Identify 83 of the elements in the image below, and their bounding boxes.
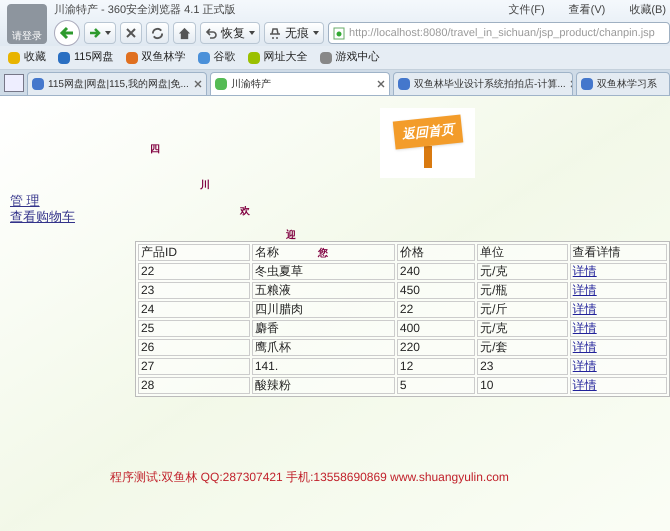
table-cell: 25 xyxy=(141,321,154,335)
table-cell: 400 xyxy=(400,321,420,335)
browser-tab[interactable]: 双鱼林学习系 xyxy=(576,72,670,95)
bookmark-icon xyxy=(8,52,20,64)
bookmark-icon xyxy=(58,52,70,64)
tab-favicon-icon xyxy=(32,78,44,90)
undo-arrow-icon xyxy=(205,27,217,39)
bookmark-item[interactable]: 网址大全 xyxy=(248,49,308,66)
table-cell: 26 xyxy=(141,340,154,354)
welcome-character: 四 xyxy=(150,143,160,157)
caret-icon xyxy=(249,31,255,35)
table-cell: 22 xyxy=(400,302,414,316)
bookmark-icon xyxy=(248,52,260,64)
welcome-character: 川 xyxy=(200,178,210,193)
caret-icon xyxy=(105,31,111,35)
home-icon xyxy=(178,26,191,40)
menu-item[interactable]: 文件(F) xyxy=(508,2,545,18)
welcome-character: 迎 xyxy=(286,228,296,243)
table-cell: 元/瓶 xyxy=(480,283,508,297)
table-cell: 元/套 xyxy=(480,340,508,354)
table-cell: 麝香 xyxy=(254,321,279,335)
footer-text: 程序测试:双鱼林 QQ:287307421 手机:13558690869 www.shuangyulin.com xyxy=(110,469,509,486)
browser-tab[interactable]: 双鱼林毕业设计系统拍拍店-计算... xyxy=(393,72,573,95)
table-cell: 220 xyxy=(400,340,420,354)
home-button[interactable] xyxy=(173,22,196,44)
table-cell: 冬虫夏草 xyxy=(254,264,303,278)
table-cell: 27 xyxy=(141,359,154,373)
welcome-character: 欢 xyxy=(240,205,250,219)
incognito-icon xyxy=(269,27,281,39)
forward-button[interactable] xyxy=(84,22,116,44)
table-cell: 10 xyxy=(480,378,494,392)
table-cell: 23 xyxy=(480,359,494,373)
stop-button[interactable] xyxy=(120,22,142,44)
table-cell: 元/克 xyxy=(480,321,508,335)
window-title: 川渝特产 - 360安全浏览器 4.1 正式版 xyxy=(54,2,237,18)
bookmark-icon xyxy=(198,52,210,64)
table-cell: 元/斤 xyxy=(480,302,508,316)
caret-icon xyxy=(313,31,319,35)
browser-tab[interactable]: 川渝特产 xyxy=(210,72,390,95)
table-cell: 23 xyxy=(141,283,154,297)
table-cell: 22 xyxy=(141,264,154,278)
tab-favicon-icon xyxy=(581,78,593,90)
table-cell: 五粮液 xyxy=(254,283,291,297)
bookmark-item[interactable]: 游戏中心 xyxy=(320,49,380,66)
page-icon xyxy=(333,26,345,40)
table-cell: 元/克 xyxy=(480,264,508,278)
bookmark-item[interactable]: 115网盘 xyxy=(58,49,114,66)
table-cell: 酸辣粉 xyxy=(254,378,291,392)
table-cell: 240 xyxy=(400,264,420,278)
restore-button[interactable]: 恢复 xyxy=(200,22,260,44)
table-cell: 28 xyxy=(141,378,154,392)
bookmark-item[interactable]: 双鱼林学 xyxy=(126,49,186,66)
table-cell: 四川腊肉 xyxy=(254,302,303,316)
close-icon xyxy=(125,27,137,39)
bookmark-icon xyxy=(320,52,332,64)
bookmark-icon xyxy=(126,52,138,64)
table-cell: 141. xyxy=(254,359,278,373)
menu-item[interactable]: 查看(V) xyxy=(568,2,606,18)
table-cell: 12 xyxy=(400,359,414,373)
browser-tab[interactable]: 115网盘|网盘|115,我的网盘|免... xyxy=(27,72,207,95)
incognito-button[interactable]: 无痕 xyxy=(264,22,324,44)
nav-link[interactable]: 管 理 xyxy=(10,193,75,209)
tab-favicon-icon xyxy=(398,78,410,90)
back-arrow-icon xyxy=(60,26,74,40)
column-header: 单位 xyxy=(477,244,568,261)
column-header: 查看详情 xyxy=(570,244,667,261)
welcome-character: 您 xyxy=(318,246,328,261)
back-button[interactable] xyxy=(54,20,80,46)
refresh-icon xyxy=(151,26,164,40)
table-cell: 24 xyxy=(141,302,154,316)
forward-arrow-icon xyxy=(89,27,101,39)
tab-favicon-icon xyxy=(215,78,227,90)
column-header: 产品ID xyxy=(138,244,250,261)
nav-link[interactable]: 查看购物车 xyxy=(10,209,75,225)
menu-item[interactable]: 收藏(B) xyxy=(629,2,666,18)
sidebar-toggle-icon[interactable] xyxy=(4,74,24,92)
bookmark-item[interactable]: 谷歌 xyxy=(198,49,236,66)
column-header: 价格 xyxy=(396,244,476,261)
table-cell: 鹰爪杯 xyxy=(254,340,291,354)
refresh-button[interactable] xyxy=(146,22,169,44)
bookmark-item[interactable]: 收藏 xyxy=(8,49,46,66)
table-cell: 5 xyxy=(400,378,407,392)
table-cell: 450 xyxy=(400,283,420,297)
